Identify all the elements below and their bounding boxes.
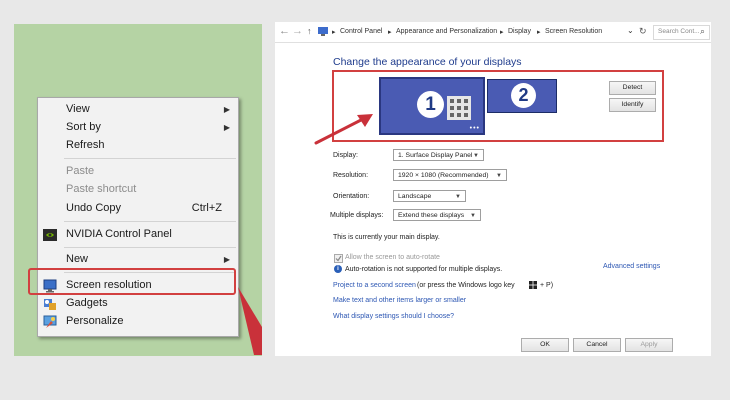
- ok-button[interactable]: OK: [521, 338, 569, 352]
- display-select[interactable]: 1. Surface Display Panel ▼: [393, 149, 484, 161]
- monitor-1-number: 1: [417, 91, 444, 118]
- breadcrumb-sep-icon: ▸: [500, 29, 504, 36]
- search-icon[interactable]: ⌕: [700, 26, 705, 37]
- advanced-settings-link[interactable]: Advanced settings: [603, 263, 660, 270]
- monitor-2-number: 2: [511, 83, 536, 108]
- personalize-icon: [43, 315, 57, 328]
- menu-item-refresh[interactable]: Refresh: [38, 137, 238, 155]
- project-second-screen-link[interactable]: Project to a second screen: [333, 282, 416, 289]
- menu-item-label: Undo Copy: [66, 202, 122, 214]
- menu-item-label: Personalize: [66, 315, 124, 327]
- menu-item-nvidia-control-panel[interactable]: NVIDIA Control Panel: [38, 226, 238, 244]
- auto-rotate-label: Allow the screen to auto-rotate: [345, 254, 440, 261]
- screen-resolution-window: ← → ↑ ▸ Control Panel ▸ Appearance and P…: [275, 22, 711, 356]
- menu-item-label: Refresh: [66, 139, 105, 151]
- menu-item-shortcut: Ctrl+Z: [191, 202, 222, 214]
- menu-item-gadgets[interactable]: Gadgets: [38, 295, 238, 313]
- menu-item-label: Paste: [66, 165, 95, 177]
- submenu-arrow-icon: ▶: [223, 255, 230, 264]
- menu-item-new[interactable]: New ▶: [38, 251, 238, 269]
- context-menu: View ▶ Sort by ▶ Refresh Paste Paste sho…: [37, 97, 239, 337]
- chevron-down-icon: ▼: [455, 194, 461, 200]
- project-end: + P): [540, 282, 554, 289]
- menu-item-view[interactable]: View ▶: [38, 101, 238, 119]
- orientation-select-value: Landscape: [398, 193, 432, 200]
- info-icon: i: [334, 265, 342, 273]
- chevron-down-icon: ▼: [496, 173, 502, 179]
- menu-item-sort-by[interactable]: Sort by ▶: [38, 119, 238, 137]
- breadcrumb-sep-icon: ▸: [332, 29, 336, 36]
- monitor-1[interactable]: 1 •••: [379, 77, 485, 135]
- refresh-icon[interactable]: ↻: [639, 26, 647, 37]
- submenu-arrow-icon: ▶: [223, 105, 230, 114]
- multiple-displays-label: Multiple displays:: [330, 212, 384, 219]
- breadcrumb-appearance[interactable]: Appearance and Personalization: [396, 28, 497, 35]
- control-panel-icon: [318, 27, 328, 36]
- breadcrumb-control-panel[interactable]: Control Panel: [340, 28, 382, 35]
- resolution-select-value: 1920 × 1080 (Recommended): [398, 172, 489, 179]
- gadgets-icon: [44, 299, 56, 310]
- display-select-value: 1. Surface Display Panel: [398, 152, 473, 159]
- menu-item-undo-copy[interactable]: Undo Copy Ctrl+Z: [38, 200, 238, 218]
- red-arrow-icon: [314, 114, 373, 145]
- cancel-button[interactable]: Cancel: [573, 338, 621, 352]
- breadcrumb-display[interactable]: Display: [508, 28, 531, 35]
- submenu-arrow-icon: ▶: [223, 123, 230, 132]
- resolution-label: Resolution:: [333, 172, 369, 179]
- orientation-select[interactable]: Landscape ▼: [393, 190, 466, 202]
- resolution-select[interactable]: 1920 × 1080 (Recommended) ▼: [393, 169, 507, 181]
- project-suffix: (or press the Windows logo key: [417, 282, 515, 289]
- monitor-2[interactable]: 2: [487, 79, 557, 113]
- menu-item-personalize[interactable]: Personalize: [38, 313, 238, 331]
- monitor-dots: •••: [469, 125, 480, 132]
- chevron-down-icon: ▼: [470, 213, 476, 219]
- forward-icon[interactable]: →: [292, 25, 303, 37]
- multiple-displays-select[interactable]: Extend these displays ▼: [393, 209, 481, 221]
- pointer-wedge-icon: [238, 287, 262, 355]
- search-box[interactable]: Search Cont... ⌕: [653, 25, 710, 40]
- menu-item-label: Gadgets: [66, 297, 108, 309]
- multiple-displays-select-value: Extend these displays: [398, 212, 465, 219]
- display-settings-help-link[interactable]: What display settings should I choose?: [333, 313, 454, 320]
- display-label: Display:: [333, 152, 358, 159]
- menu-item-paste: Paste: [38, 163, 238, 181]
- detect-button[interactable]: Detect: [609, 81, 656, 95]
- back-icon[interactable]: ←: [279, 25, 290, 37]
- identify-button[interactable]: Identify: [609, 98, 656, 112]
- menu-item-label: Paste shortcut: [66, 183, 137, 195]
- menu-separator: [64, 158, 236, 159]
- address-dropdown-icon[interactable]: ⌄: [627, 26, 634, 35]
- breadcrumb-sep-icon: ▸: [388, 29, 392, 36]
- menu-item-paste-shortcut: Paste shortcut: [38, 181, 238, 199]
- main-display-text: This is currently your main display.: [333, 234, 440, 241]
- highlight-screen-resolution: [28, 268, 236, 295]
- orientation-label: Orientation:: [333, 193, 370, 200]
- search-placeholder: Search Cont...: [658, 28, 700, 35]
- menu-separator: [64, 221, 236, 222]
- menu-separator: [64, 247, 236, 248]
- check-icon: [335, 255, 342, 262]
- breadcrumb-sep-icon: ▸: [537, 29, 541, 36]
- menu-item-label: NVIDIA Control Panel: [66, 228, 172, 240]
- menu-item-label: View: [66, 103, 90, 115]
- up-icon[interactable]: ↑: [307, 26, 312, 36]
- windows-logo-icon: [529, 281, 537, 289]
- text-size-link[interactable]: Make text and other items larger or smal…: [333, 297, 466, 304]
- auto-rotate-info: Auto-rotation is not supported for multi…: [345, 266, 503, 273]
- page-title: Change the appearance of your displays: [333, 56, 522, 68]
- nvidia-icon: [43, 229, 57, 241]
- menu-item-label: New: [66, 253, 89, 265]
- menu-item-label: Sort by: [66, 121, 101, 133]
- chevron-down-icon: ▼: [473, 153, 479, 159]
- breadcrumb-screen-resolution[interactable]: Screen Resolution: [545, 28, 602, 35]
- address-bar: ← → ↑ ▸ Control Panel ▸ Appearance and P…: [275, 22, 711, 43]
- app-grid-icon: [447, 96, 471, 120]
- auto-rotate-checkbox: [334, 254, 343, 263]
- apply-button: Apply: [625, 338, 673, 352]
